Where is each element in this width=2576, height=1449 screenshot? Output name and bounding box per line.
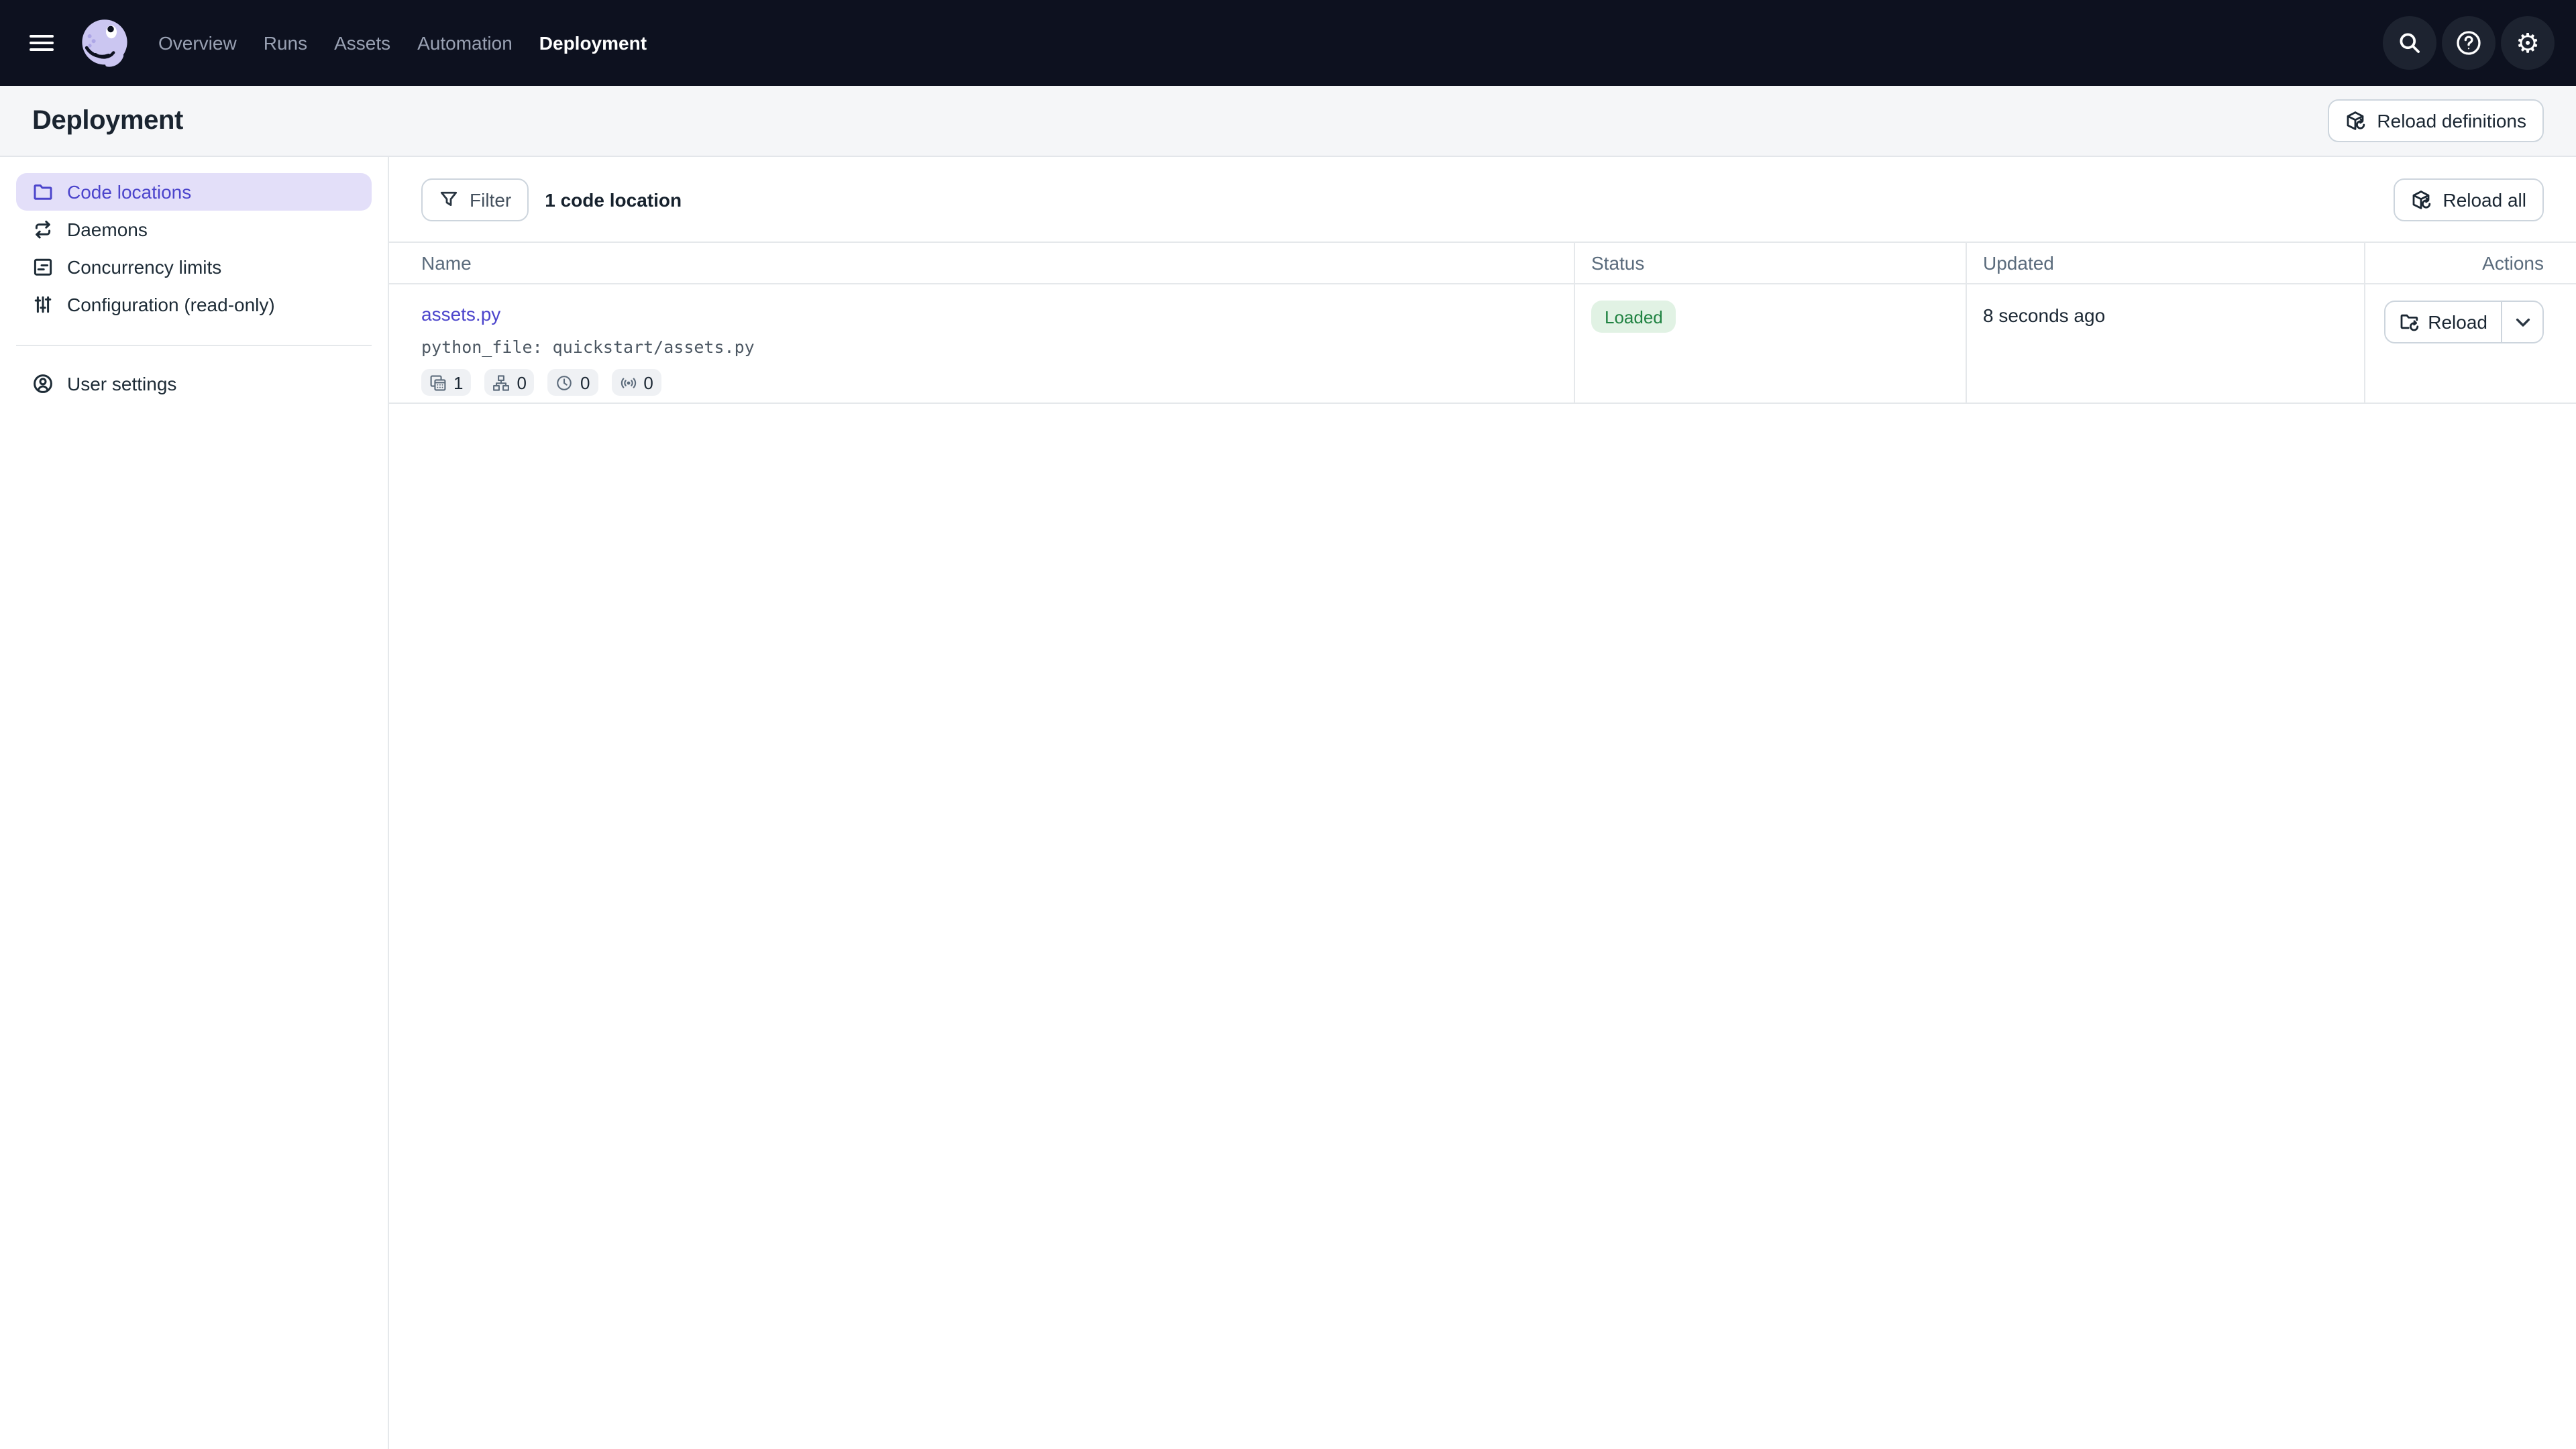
cube-reload-icon	[2345, 110, 2366, 131]
page-title: Deployment	[32, 105, 183, 136]
sidebar-item-user-settings[interactable]: User settings	[16, 365, 372, 402]
filter-button[interactable]: Filter	[421, 178, 529, 221]
repeat-icon	[32, 219, 54, 240]
sidebar-divider	[16, 345, 372, 346]
nav-link-runs[interactable]: Runs	[264, 32, 307, 54]
sidebar-item-code-locations[interactable]: Code locations	[16, 173, 372, 211]
settings-icon[interactable]: ⚙	[2501, 16, 2555, 70]
toolbar: Filter 1 code location Reload all	[389, 157, 2576, 241]
document-lines-icon	[32, 256, 54, 278]
code-location-origin: python_file: quickstart/assets.py	[421, 337, 1542, 357]
filter-funnel-icon	[439, 189, 459, 209]
schedules-count: 0	[580, 372, 590, 392]
sensors-count-badge: 0	[611, 369, 661, 396]
cube-reload-icon	[2410, 189, 2432, 210]
sidebar-item-label: Configuration (read-only)	[67, 294, 275, 315]
table-header: Name Status Updated Actions	[389, 241, 2576, 284]
filter-label: Filter	[470, 189, 511, 210]
chevron-down-icon[interactable]	[2502, 302, 2542, 342]
dagster-logo-icon[interactable]	[79, 17, 130, 68]
column-header-actions: Actions	[2364, 243, 2576, 283]
reload-all-button[interactable]: Reload all	[2393, 178, 2544, 221]
reload-split-button: Reload	[2383, 301, 2544, 343]
updated-cell: 8 seconds ago	[1966, 284, 2364, 402]
deployment-sidebar: Code locations Daemons C	[0, 157, 389, 1449]
column-header-name: Name	[389, 243, 1574, 283]
status-cell: Loaded	[1574, 284, 1966, 402]
help-icon[interactable]	[2442, 16, 2496, 70]
actions-cell: Reload	[2364, 284, 2576, 402]
menu-icon[interactable]	[30, 24, 67, 62]
sensors-count-icon	[619, 374, 637, 391]
main-area: Code locations Daemons C	[0, 157, 2576, 1449]
code-locations-content: Filter 1 code location Reload all	[389, 157, 2576, 1449]
page-header: Deployment Reload definitions	[0, 86, 2576, 157]
nav-link-deployment[interactable]: Deployment	[539, 32, 647, 54]
nav-link-overview[interactable]: Overview	[158, 32, 237, 54]
nav-links: Overview Runs Assets Automation Deployme…	[158, 32, 647, 54]
nav-link-assets[interactable]: Assets	[334, 32, 390, 54]
code-location-link[interactable]: assets.py	[421, 303, 500, 325]
sidebar-item-label: Concurrency limits	[67, 256, 221, 278]
status-badge: Loaded	[1591, 301, 1676, 333]
assets-count: 1	[453, 372, 463, 392]
top-nav: Overview Runs Assets Automation Deployme…	[0, 0, 2576, 86]
column-header-status: Status	[1574, 243, 1966, 283]
dagster-app: Overview Runs Assets Automation Deployme…	[0, 0, 2576, 1449]
reload-button[interactable]: Reload	[2385, 302, 2501, 342]
reload-definitions-label: Reload definitions	[2377, 110, 2526, 131]
folder-reload-icon	[2398, 311, 2420, 333]
sidebar-item-concurrency-limits[interactable]: Concurrency limits	[16, 248, 372, 286]
sidebar-item-label: User settings	[67, 373, 176, 394]
schedules-count-icon	[556, 374, 574, 391]
reload-definitions-button[interactable]: Reload definitions	[2327, 99, 2544, 142]
name-cell: assets.py python_file: quickstart/assets…	[389, 284, 1574, 402]
sidebar-item-label: Code locations	[67, 181, 191, 203]
reload-label: Reload	[2428, 311, 2487, 333]
jobs-count-icon	[492, 374, 510, 391]
assets-count-icon	[429, 374, 447, 391]
gear-glyph: ⚙	[2516, 30, 2540, 56]
schedules-count-badge: 0	[548, 369, 598, 396]
jobs-count: 0	[517, 372, 526, 392]
assets-count-badge: 1	[421, 369, 471, 396]
tune-icon	[32, 294, 54, 315]
sidebar-item-configuration[interactable]: Configuration (read-only)	[16, 286, 372, 323]
nav-link-automation[interactable]: Automation	[417, 32, 513, 54]
count-badges: 1 0	[421, 369, 1542, 396]
top-nav-actions: ⚙	[2383, 16, 2555, 70]
code-location-count: 1 code location	[545, 189, 682, 210]
column-header-updated: Updated	[1966, 243, 2364, 283]
sidebar-item-daemons[interactable]: Daemons	[16, 211, 372, 248]
folder-icon	[32, 181, 54, 203]
empty-area	[389, 404, 2576, 1449]
user-icon	[32, 373, 54, 394]
jobs-count-badge: 0	[484, 369, 534, 396]
sensors-count: 0	[643, 372, 653, 392]
reload-all-label: Reload all	[2443, 189, 2526, 210]
search-icon[interactable]	[2383, 16, 2436, 70]
sidebar-item-label: Daemons	[67, 219, 148, 240]
code-location-row: assets.py python_file: quickstart/assets…	[389, 284, 2576, 404]
